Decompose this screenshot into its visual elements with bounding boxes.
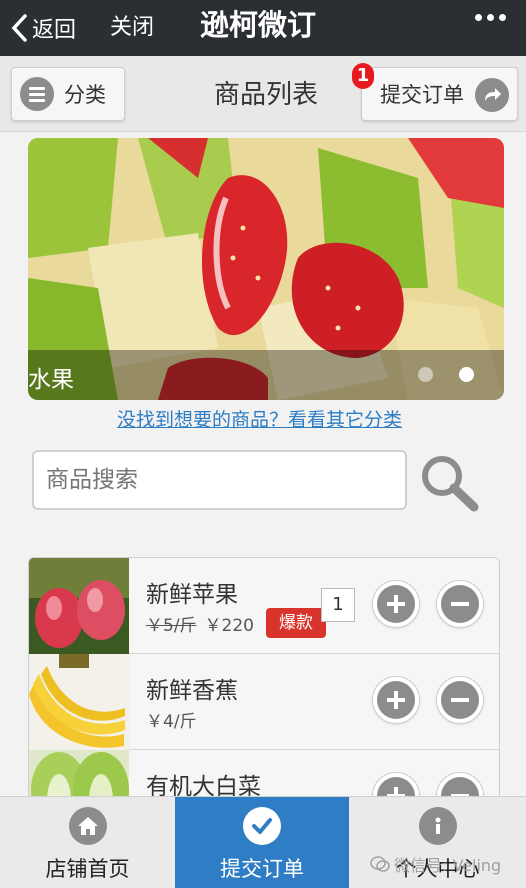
wechat-watermark: 微信号: Veling (370, 852, 501, 876)
minus-icon (441, 585, 479, 623)
tab-label: 提交订单 (220, 857, 304, 881)
tab-submit-order[interactable]: 提交订单 (175, 797, 349, 888)
tab-store-home[interactable]: 店铺首页 (0, 797, 175, 888)
home-icon (68, 807, 107, 845)
product-list: 新鲜苹果 ￥5/斤 ￥220 爆款 1 新鲜香蕉 ￥4/斤 有机大白菜 (28, 557, 500, 837)
add-quantity-button[interactable] (372, 580, 420, 628)
minus-icon (441, 681, 479, 719)
product-name: 新鲜香蕉 (146, 678, 238, 704)
search-icon (422, 456, 479, 512)
tab-label: 店铺首页 (45, 857, 130, 881)
menu-icon (20, 77, 54, 111)
product-price: ￥5/斤 ￥220 (146, 611, 254, 636)
back-button[interactable]: 返回 (10, 8, 76, 48)
category-button[interactable]: 分类 (11, 67, 125, 121)
plus-icon (377, 681, 415, 719)
check-icon (243, 807, 281, 845)
more-icon[interactable] (475, 14, 506, 21)
banner-caption: 水果 (28, 367, 74, 393)
banner-carousel[interactable]: 水果 (28, 138, 504, 400)
plus-icon (377, 585, 415, 623)
watermark-text: 微信号: Veling (394, 856, 502, 875)
remove-quantity-button[interactable] (436, 580, 484, 628)
submit-order-label: 提交订单 (380, 83, 464, 107)
close-button[interactable]: 关闭 (110, 8, 154, 48)
original-price: ￥5/斤 (146, 616, 197, 636)
category-label: 分类 (64, 83, 106, 107)
page-title: 商品列表 (214, 80, 319, 110)
back-label: 返回 (32, 18, 77, 43)
sale-price: ￥220 (204, 616, 254, 636)
search-input[interactable] (32, 450, 407, 510)
product-thumbnail (29, 558, 129, 654)
product-item-banana[interactable]: 新鲜香蕉 ￥4/斤 (29, 654, 499, 750)
product-item-apple[interactable]: 新鲜苹果 ￥5/斤 ￥220 爆款 1 (29, 558, 499, 654)
other-category-link[interactable]: 没找到想要的商品？看看其它分类 (117, 405, 402, 432)
chevron-left-icon (11, 14, 27, 42)
info-icon (418, 807, 457, 845)
forward-arrow-icon (475, 78, 509, 112)
wechat-top-bar: 返回 关闭 逊柯微订 (0, 0, 526, 56)
product-name: 新鲜苹果 (146, 582, 238, 608)
sale-price: ￥4/斤 (146, 712, 197, 732)
wechat-logo-icon (370, 856, 390, 872)
cart-count-badge: 1 (352, 63, 374, 89)
submit-order-button[interactable]: 提交订单 (361, 67, 518, 121)
carousel-dot-1[interactable] (418, 367, 433, 382)
product-price: ￥4/斤 (146, 707, 197, 732)
carousel-dots (418, 367, 474, 382)
remove-quantity-button[interactable] (436, 676, 484, 724)
quantity-field[interactable]: 1 (321, 588, 355, 622)
page-header: 分类 商品列表 提交订单 (0, 56, 526, 132)
add-quantity-button[interactable] (372, 676, 420, 724)
search-button[interactable] (418, 452, 482, 512)
carousel-dot-2[interactable] (459, 367, 474, 382)
banner-caption-bar: 水果 (28, 350, 504, 400)
hot-tag-badge: 爆款 (266, 608, 326, 638)
product-thumbnail (29, 654, 129, 750)
app-title: 逊柯微订 (200, 8, 317, 42)
